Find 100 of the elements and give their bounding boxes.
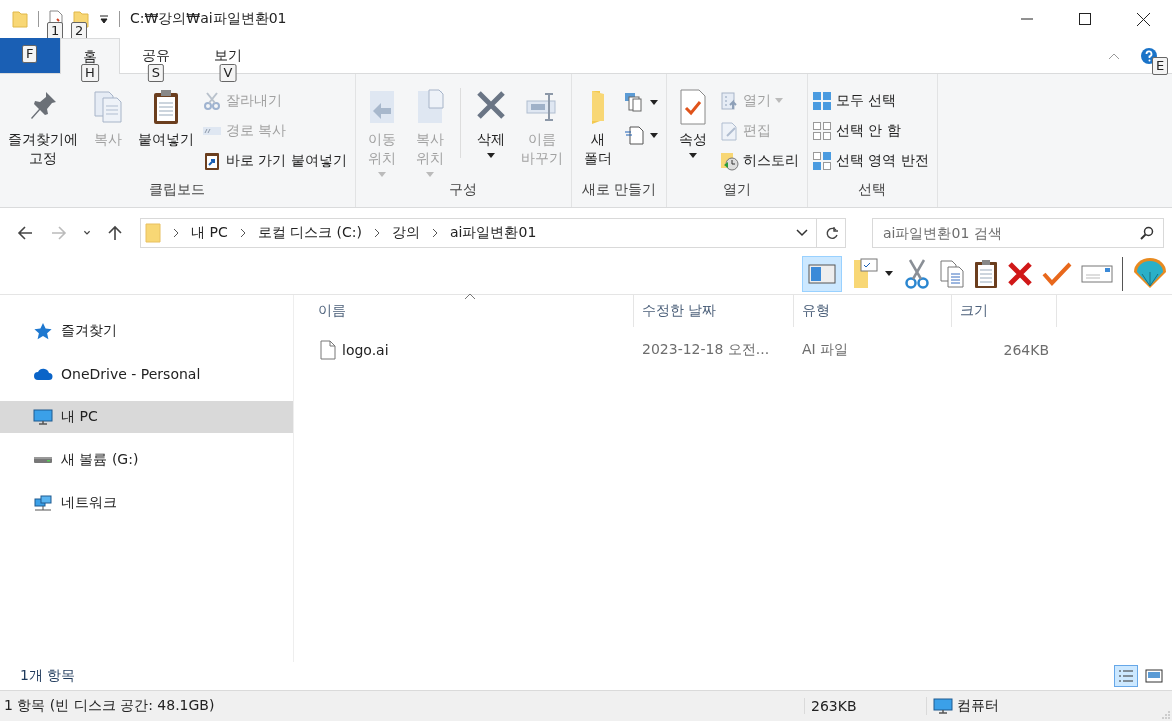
ribbon-button[interactable]: 히스토리	[718, 148, 803, 173]
keytip: H	[81, 64, 99, 82]
back-icon	[17, 225, 33, 241]
scissors-icon[interactable]	[904, 258, 930, 290]
nav-label: 네트워크	[61, 494, 117, 512]
clipboard-icon	[202, 150, 222, 171]
folder-icon	[590, 88, 605, 126]
forward-icon	[51, 225, 67, 241]
nav-label: 내 PC	[61, 408, 98, 426]
button-label: 선택 영역 반전	[835, 151, 929, 170]
ribbon-button[interactable]: 붙여넣기	[134, 88, 198, 149]
select-none-icon	[811, 120, 832, 141]
clipboard-icon[interactable]	[974, 259, 998, 289]
preview-pane-icon	[808, 263, 836, 285]
keytip: E	[1152, 56, 1169, 75]
ribbon-button[interactable]: 선택 안 함	[811, 118, 933, 143]
folder-icon	[145, 223, 161, 243]
item-count: 1개 항목	[20, 667, 76, 685]
collapse-ribbon-icon[interactable]	[1108, 51, 1120, 60]
open-icon	[718, 90, 739, 111]
ribbon-button[interactable]: 모두 선택	[811, 88, 933, 113]
breadcrumb[interactable]: ai파일변환01	[450, 224, 537, 242]
edit-icon	[718, 120, 739, 141]
address-bar[interactable]: 내 PC 로컬 디스크 (C:) 강의 ai파일변환01	[140, 218, 846, 248]
scissors-icon	[202, 90, 222, 111]
group-label: 구성	[448, 180, 479, 199]
chevron-icon[interactable]	[239, 228, 246, 238]
envelope-icon[interactable]	[1081, 263, 1113, 285]
file-tab[interactable]: F	[0, 38, 60, 73]
table-cell: AI 파일	[802, 341, 849, 359]
nav-label: 즐겨찾기	[61, 322, 117, 340]
button-label: 선택 안 함	[835, 121, 901, 140]
nav-item[interactable]: 내 PC	[0, 401, 293, 433]
breadcrumb[interactable]: 내 PC	[191, 224, 228, 242]
star-icon	[33, 322, 53, 340]
file-name: logo.ai	[342, 342, 389, 358]
resize-grip-icon[interactable]	[1162, 711, 1170, 719]
group-label: 새로 만들기	[580, 180, 658, 199]
preview-pane-button[interactable]	[802, 256, 842, 292]
keytip: V	[219, 64, 237, 82]
up-arrow-icon	[107, 225, 123, 241]
breadcrumb[interactable]: 강의	[392, 224, 420, 242]
ribbon-button[interactable]: 속성	[670, 88, 715, 158]
window-title: C:₩강의₩ai파일변환01	[130, 10, 287, 28]
group-label: 클립보드	[148, 180, 207, 199]
nav-label: 새 볼륨 (G:)	[61, 451, 139, 469]
chevron-icon[interactable]	[374, 228, 380, 238]
nav-item[interactable]: 새 볼륨 (G:)	[0, 444, 293, 476]
large-icons-view-icon	[1145, 668, 1163, 684]
button-label: 모두 선택	[835, 91, 897, 110]
selection-size: 263KB	[804, 698, 926, 714]
column-header[interactable]: 이름	[294, 295, 634, 327]
nav-item[interactable]: OneDrive - Personal	[0, 358, 293, 390]
ribbon-button[interactable]: 즐겨찾기에 고정	[4, 88, 82, 168]
shell-icon[interactable]	[1132, 258, 1168, 290]
button-label: 히스토리	[742, 151, 799, 170]
refresh-icon[interactable]	[825, 226, 839, 240]
close-icon	[1136, 12, 1150, 26]
column-header[interactable]: 수정한 날짜	[634, 295, 794, 327]
breadcrumb[interactable]: 로컬 디스크 (C:)	[257, 224, 362, 242]
computer-icon	[933, 697, 953, 715]
table-cell: 264KB	[1003, 342, 1049, 358]
button-label: 열기	[742, 91, 771, 110]
checkmark-icon[interactable]	[1042, 262, 1072, 286]
column-header[interactable]: 크기	[952, 295, 1057, 327]
nav-item[interactable]: 즐겨찾기	[0, 315, 293, 347]
dropdown-icon[interactable]	[796, 229, 808, 237]
ribbon-button[interactable]: 바로 가기 붙여넣기	[202, 148, 351, 173]
column-header[interactable]: 유형	[794, 295, 952, 327]
ribbon-button[interactable]: 새 폴더	[575, 88, 620, 168]
group-label: 선택	[857, 180, 888, 199]
document-icon	[623, 125, 646, 145]
delete-icon[interactable]	[1007, 261, 1033, 287]
history-icon	[718, 150, 739, 171]
nav-item[interactable]: 네트워크	[0, 487, 293, 519]
details-view-button[interactable]	[1114, 665, 1138, 687]
chevron-icon[interactable]	[432, 228, 438, 238]
chevron-icon[interactable]	[173, 228, 179, 238]
search-field[interactable]: ai파일변환01 검색	[872, 218, 1164, 248]
button-label: 바로 가기 붙여넣기	[226, 151, 347, 170]
keytip: S	[147, 64, 165, 82]
copy-icon	[91, 88, 125, 126]
location-label: 컴퓨터	[957, 697, 999, 715]
search-icon	[1140, 226, 1154, 240]
nav-label: OneDrive - Personal	[61, 366, 201, 382]
maximize-icon	[1079, 13, 1091, 25]
details-view-icon	[1117, 668, 1135, 684]
table-cell: 2023-12-18 오전...	[642, 341, 770, 359]
file-row[interactable]: logo.ai 2023-12-18 오전... AI 파일 264KB	[294, 335, 1172, 365]
select-all-icon	[811, 90, 832, 111]
keytip: F	[22, 45, 38, 63]
button-label: 잘라내기	[226, 91, 282, 110]
computer-icon	[33, 408, 53, 426]
invert-selection-icon	[811, 150, 832, 171]
copy-icon[interactable]	[939, 259, 965, 289]
disk-summary: 1 항목 (빈 디스크 공간: 48.1GB)	[3, 697, 216, 715]
customize-caret-icon[interactable]	[99, 14, 109, 24]
ribbon-button[interactable]: 삭제	[468, 88, 513, 158]
ribbon-button[interactable]: 선택 영역 반전	[811, 148, 933, 173]
button-label: 편집	[742, 121, 771, 140]
